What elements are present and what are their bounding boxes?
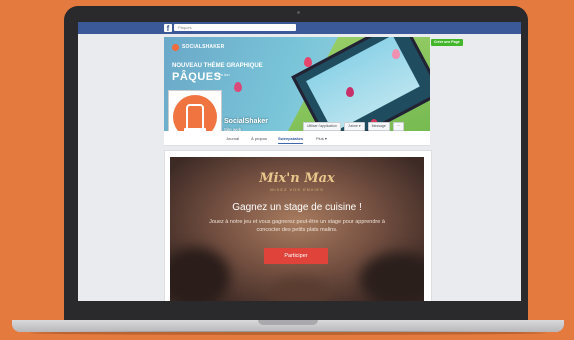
app-description: Jouez à notre jeu et vous gagnerez peut-… <box>209 219 385 233</box>
use-app-button[interactable]: Utiliser l'application <box>303 122 341 131</box>
bg-shape <box>170 247 230 301</box>
app-title: Gagnez un stage de cuisine ! <box>232 202 362 213</box>
message-button[interactable]: Message <box>367 122 390 131</box>
webcam <box>297 11 300 14</box>
app-banner: Mix'n Max MIXEZ VOS ENVIES Gagnez un sta… <box>170 157 424 301</box>
brand-row: SOCIALSHAKER <box>172 42 224 52</box>
brand-name: SOCIALSHAKER <box>182 44 225 50</box>
egg-icon <box>234 82 242 92</box>
page-tabs: Journal À propos Sweepstakes Plus ▾ <box>164 131 430 146</box>
app-logo-tagline: MIXEZ VOS ENVIES <box>270 187 324 192</box>
more-button[interactable]: ··· <box>392 122 405 131</box>
participate-button[interactable]: Participer <box>264 248 328 264</box>
like-button[interactable]: J'aime ▾ <box>343 122 365 131</box>
facebook-top-bar: f Pâques <box>78 22 521 34</box>
search-input[interactable]: Pâques <box>174 24 296 31</box>
app-card: Mix'n Max MIXEZ VOS ENVIES Gagnez un sta… <box>164 150 432 301</box>
cover-date: Dès lun <box>216 72 230 77</box>
page-name[interactable]: SocialShaker <box>224 118 268 125</box>
cover-actions: Utiliser l'application J'aime ▾ Message … <box>303 122 405 131</box>
tab-sweepstakes[interactable]: Sweepstakes <box>278 134 304 144</box>
tab-journal[interactable]: Journal <box>226 134 239 143</box>
bg-shape <box>270 277 330 301</box>
app-logo: Mix'n Max <box>259 171 335 186</box>
tab-about[interactable]: À propos <box>251 134 267 143</box>
facebook-logo-icon[interactable]: f <box>164 24 172 33</box>
bg-shape <box>360 252 424 301</box>
create-page-button[interactable]: Créer une Page <box>431 39 463 46</box>
blender-icon <box>186 104 204 130</box>
laptop-shadow <box>30 331 546 335</box>
egg-icon <box>304 57 312 67</box>
tab-more[interactable]: Plus ▾ <box>316 134 327 143</box>
screen: f Pâques SOCIALSHAKER NOUVEAU THÈME GRAP… <box>78 22 521 301</box>
egg-icon <box>346 87 354 97</box>
laptop-notch <box>258 320 318 325</box>
socialshaker-logo-icon <box>172 43 179 51</box>
cover-title: PÂQUES <box>172 71 222 83</box>
cover-headline: NOUVEAU THÈME GRAPHIQUE <box>172 63 263 69</box>
egg-icon <box>392 49 400 59</box>
